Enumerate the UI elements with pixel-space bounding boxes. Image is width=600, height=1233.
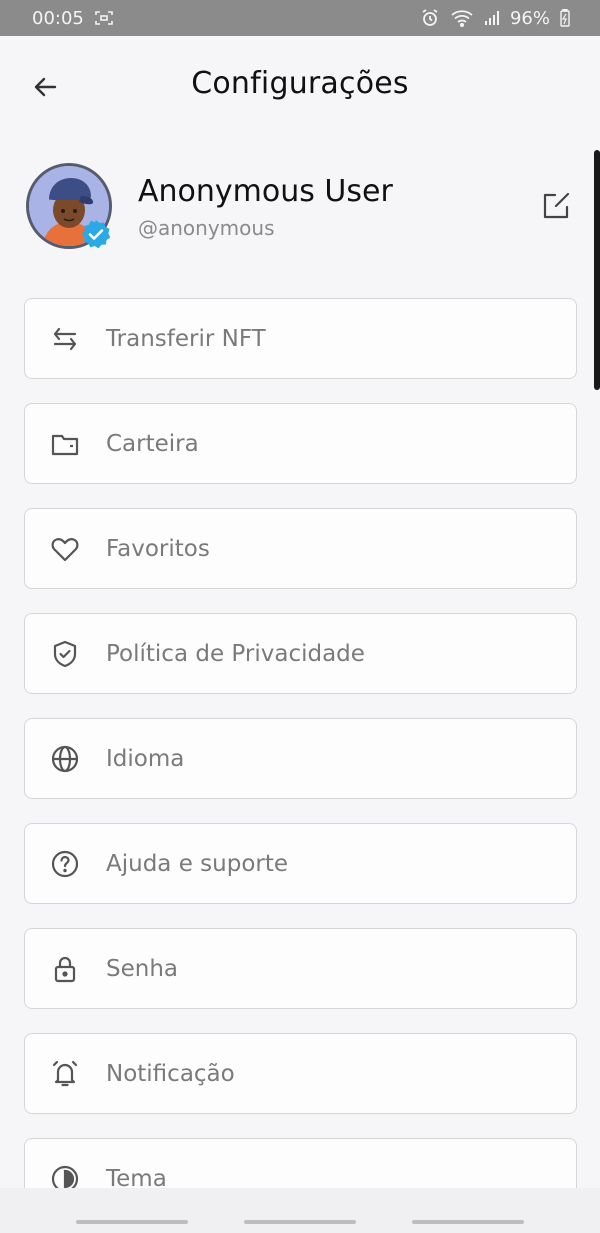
- menu-item-label: Ajuda e suporte: [106, 850, 289, 877]
- lock-icon: [49, 953, 81, 985]
- menu-item-password[interactable]: Senha: [24, 928, 577, 1009]
- battery-icon: [560, 9, 570, 27]
- screenshot-icon: [94, 10, 114, 26]
- nav-back-button[interactable]: [412, 1220, 524, 1224]
- edit-profile-button[interactable]: [540, 190, 572, 222]
- menu-item-label: Senha: [106, 955, 178, 982]
- menu-item-label: Carteira: [106, 430, 199, 457]
- page-title: Configurações: [191, 66, 409, 101]
- menu-item-language[interactable]: Idioma: [24, 718, 577, 799]
- scroll-indicator[interactable]: [594, 150, 600, 390]
- app-header: Configurações: [0, 36, 600, 136]
- bell-icon: [49, 1058, 81, 1090]
- signal-icon: [484, 10, 500, 26]
- status-bar: 00:05 96%: [0, 0, 600, 36]
- menu-item-label: Favoritos: [106, 535, 210, 562]
- wifi-icon: [450, 9, 474, 27]
- help-circle-icon: [49, 848, 81, 880]
- battery-level: 96%: [509, 7, 550, 29]
- settings-menu: Transferir NFT Carteira Favoritos Políti…: [24, 298, 577, 1233]
- menu-item-transfer-nft[interactable]: Transferir NFT: [24, 298, 577, 379]
- edit-icon: [543, 192, 570, 219]
- globe-icon: [49, 743, 81, 775]
- menu-item-label: Notificação: [106, 1060, 235, 1087]
- nav-home-button[interactable]: [244, 1220, 356, 1224]
- menu-item-notification[interactable]: Notificação: [24, 1033, 577, 1114]
- status-time: 00:05: [32, 7, 84, 29]
- verified-badge-icon: [80, 218, 112, 250]
- menu-item-privacy-policy[interactable]: Política de Privacidade: [24, 613, 577, 694]
- menu-item-wallet[interactable]: Carteira: [24, 403, 577, 484]
- profile-name: Anonymous User: [138, 174, 393, 209]
- profile-card: Anonymous User @anonymous: [0, 160, 600, 260]
- menu-item-label: Idioma: [106, 745, 185, 772]
- wallet-icon: [49, 428, 81, 460]
- menu-item-label: Política de Privacidade: [106, 640, 365, 667]
- system-nav-bar: [0, 1188, 600, 1233]
- heart-icon: [49, 533, 81, 565]
- nav-recent-button[interactable]: [76, 1220, 188, 1224]
- alarm-icon: [420, 8, 440, 28]
- transfer-icon: [49, 323, 81, 355]
- menu-item-label: Transferir NFT: [106, 325, 266, 352]
- menu-item-favorites[interactable]: Favoritos: [24, 508, 577, 589]
- shield-check-icon: [49, 638, 81, 670]
- menu-item-help-support[interactable]: Ajuda e suporte: [24, 823, 577, 904]
- profile-handle: @anonymous: [138, 216, 275, 240]
